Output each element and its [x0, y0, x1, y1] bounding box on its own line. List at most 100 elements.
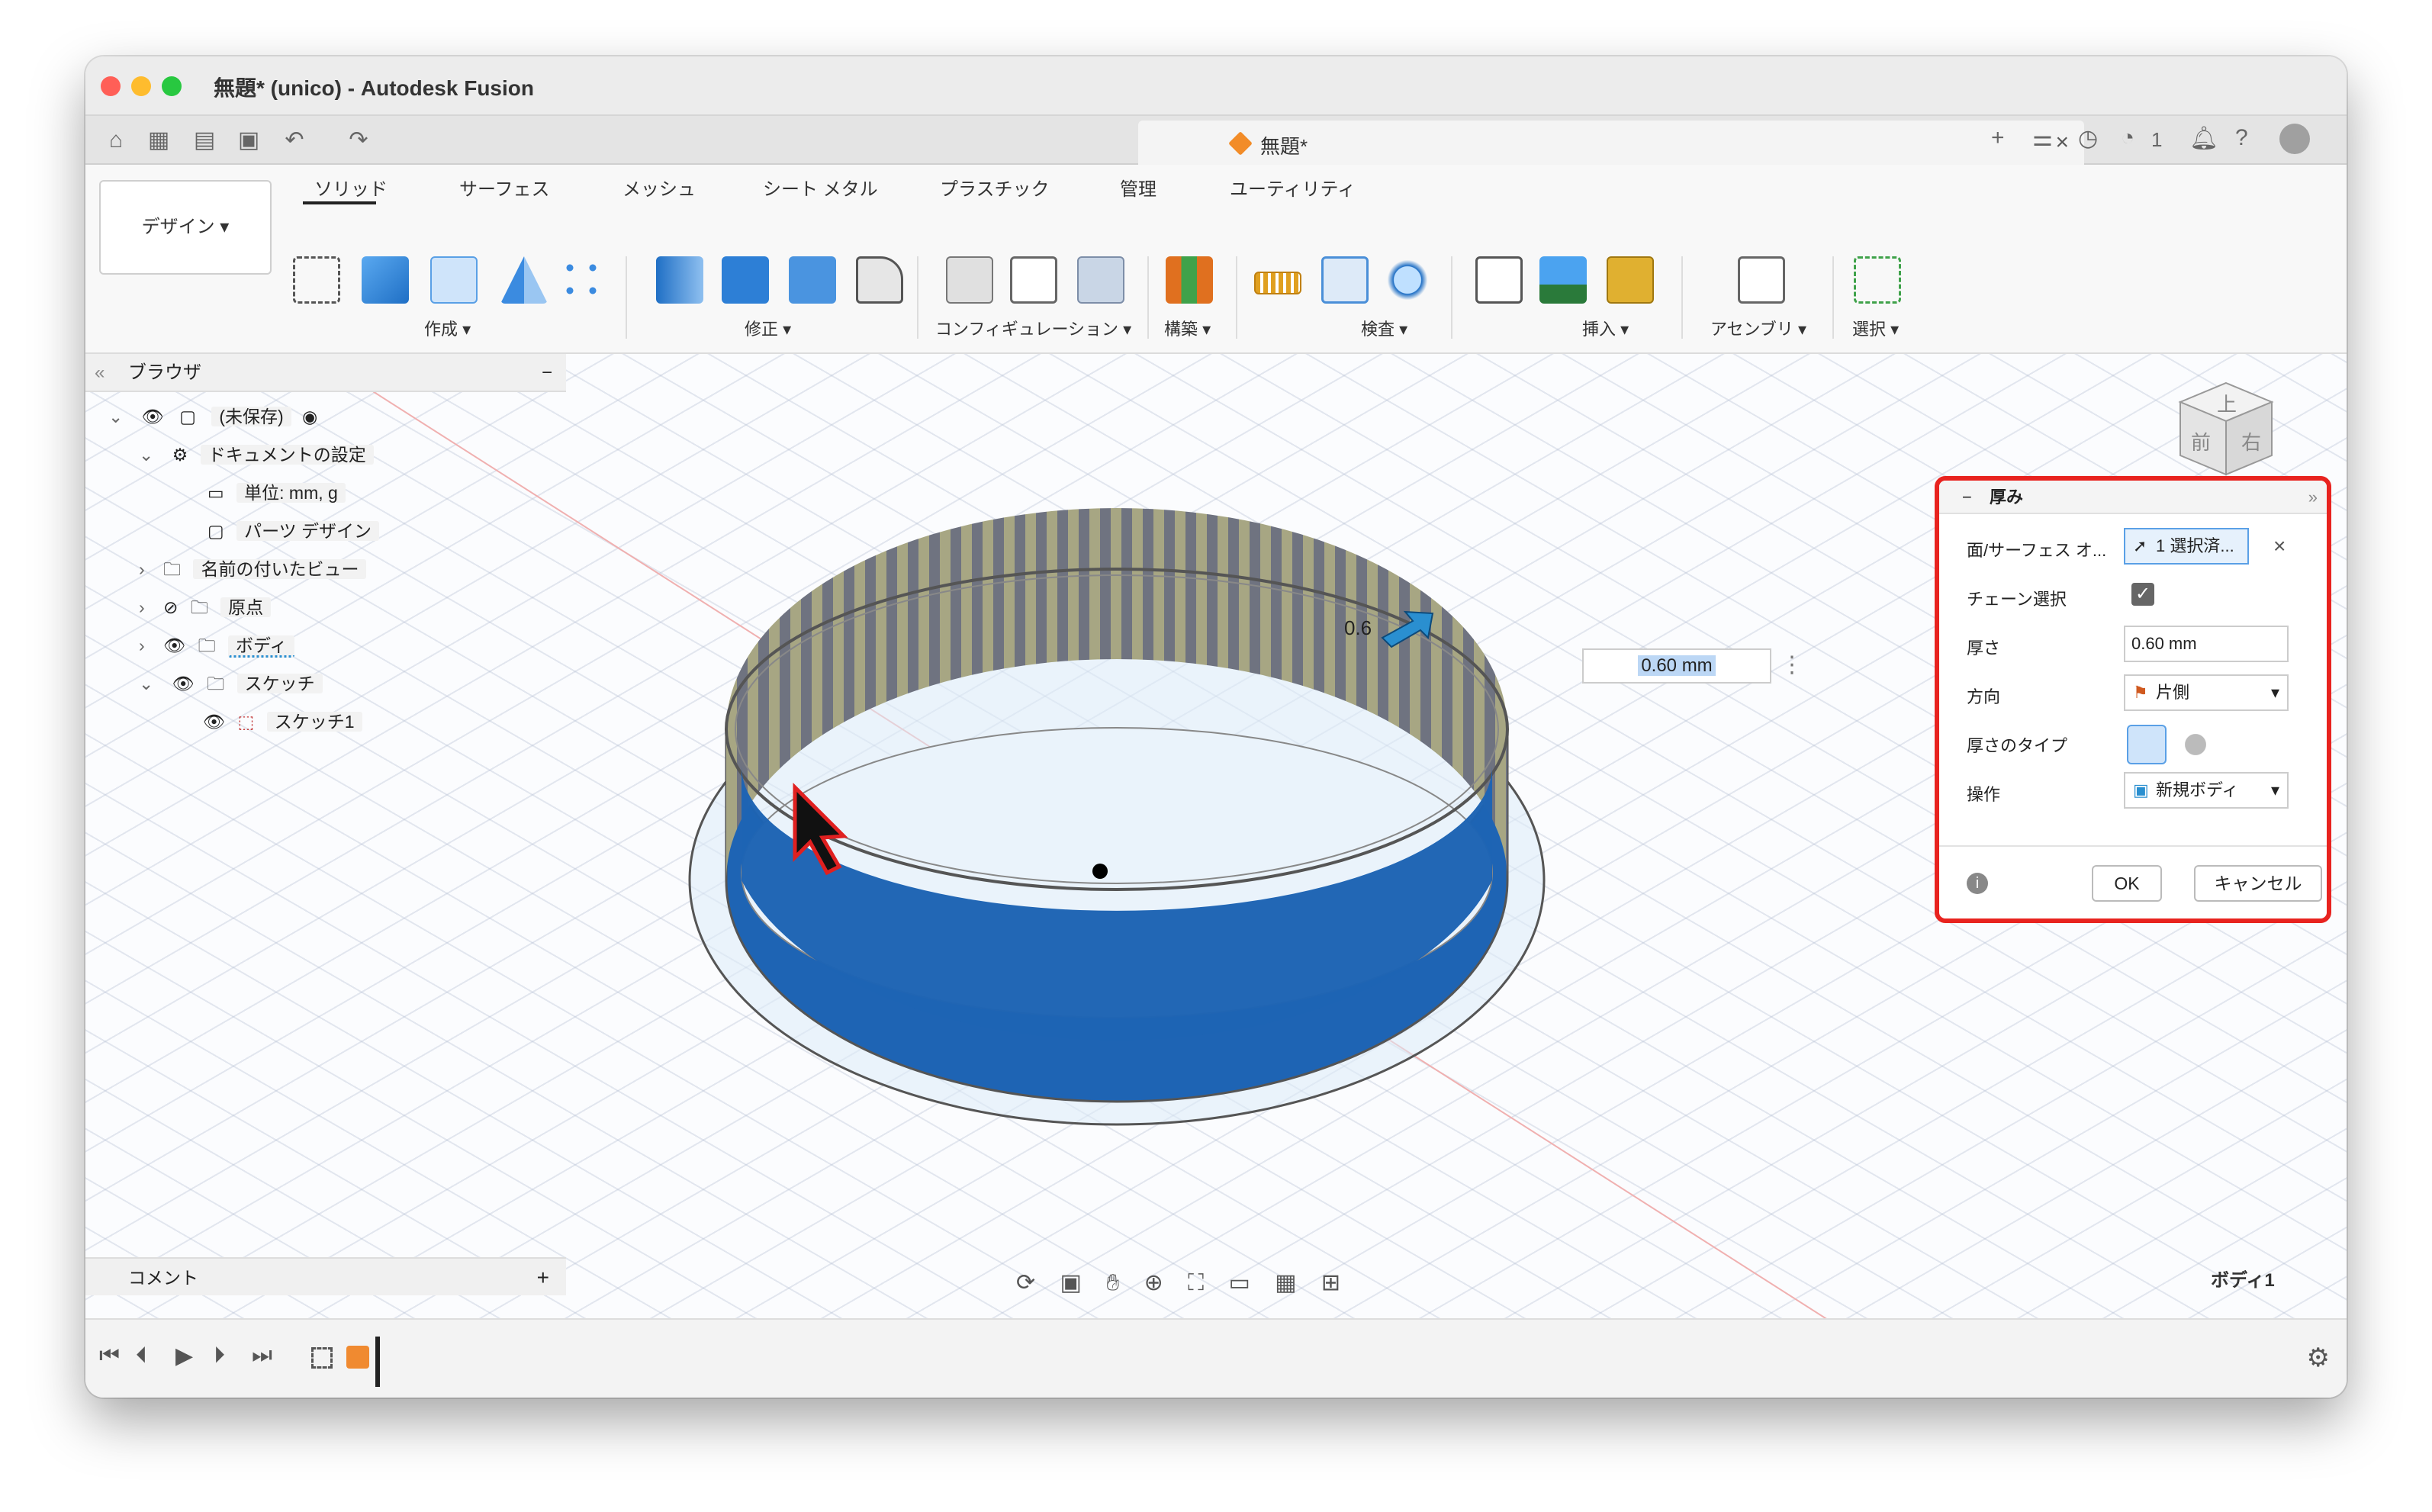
- insert-mesh-icon[interactable]: [1607, 256, 1654, 304]
- tree-item-sketches[interactable]: ⌄ 👁︎ 🗀 スケッチ: [139, 667, 323, 700]
- eye-icon[interactable]: 👁︎: [203, 712, 225, 732]
- tab-sheet-metal[interactable]: シート メタル: [763, 174, 878, 201]
- grid-icon[interactable]: ▦: [1275, 1270, 1296, 1295]
- tree-item-sketch1[interactable]: 👁︎ ⬚ スケッチ1: [203, 705, 362, 738]
- group-create[interactable]: 作成 ▾: [424, 316, 471, 340]
- timeline-end-icon[interactable]: ⏭: [252, 1343, 272, 1369]
- tab-solid[interactable]: ソリッド: [314, 174, 388, 201]
- interference-icon[interactable]: [1384, 256, 1431, 304]
- activate-radio-icon[interactable]: ◉: [302, 407, 317, 426]
- redo-icon[interactable]: ↷: [345, 127, 372, 154]
- close-tab-icon[interactable]: ×: [2055, 130, 2069, 156]
- extensions-icon[interactable]: ⚌: [2032, 125, 2053, 152]
- data-panel-grid-icon[interactable]: ▦: [145, 127, 172, 154]
- viewports-icon[interactable]: ⊞: [1321, 1270, 1340, 1295]
- group-modify[interactable]: 修正 ▾: [745, 316, 791, 340]
- create-sketch-icon[interactable]: [293, 256, 340, 304]
- thickness-floating-input[interactable]: 0.60 mm: [1582, 648, 1771, 684]
- tab-plastic[interactable]: プラスチック: [940, 174, 1050, 201]
- chevron-right-icon[interactable]: ›: [139, 597, 145, 617]
- tree-item-part-design[interactable]: ▢ パーツ デザイン: [207, 514, 380, 548]
- extrude-icon[interactable]: [362, 256, 409, 304]
- look-at-icon[interactable]: ▣: [1060, 1270, 1081, 1295]
- help-icon[interactable]: ?: [2235, 125, 2248, 151]
- tree-item-named-views[interactable]: › 🗀 名前の付いたビュー: [139, 552, 367, 586]
- zoom-icon[interactable]: ⊕: [1144, 1270, 1163, 1295]
- operation-select[interactable]: ▣ 新規ボディ ▾: [2124, 772, 2289, 809]
- eye-icon[interactable]: 👁︎: [163, 635, 185, 655]
- chain-selection-checkbox[interactable]: ✓: [2131, 583, 2154, 606]
- dialog-collapse-icon[interactable]: −: [1962, 481, 1972, 514]
- browser-minimize-icon[interactable]: −: [542, 354, 552, 392]
- pattern-icon[interactable]: [558, 256, 606, 304]
- window-maximize-button[interactable]: [162, 76, 182, 96]
- ok-button[interactable]: OK: [2092, 865, 2162, 902]
- tab-mesh[interactable]: メッシュ: [622, 174, 696, 201]
- faces-selector[interactable]: ➚ 1 選択済...: [2124, 528, 2249, 565]
- orbit-icon[interactable]: ⟳: [1016, 1270, 1035, 1295]
- home-icon[interactable]: ⌂: [102, 127, 130, 154]
- user-avatar[interactable]: [2279, 124, 2310, 154]
- viewcube[interactable]: 上 前 右: [2173, 375, 2279, 482]
- display-settings-icon[interactable]: ▭: [1228, 1270, 1250, 1295]
- tab-utilities[interactable]: ユーティリティ: [1230, 174, 1356, 201]
- timeline-marker[interactable]: [375, 1337, 380, 1387]
- group-assemble[interactable]: アセンブリ ▾: [1710, 316, 1806, 340]
- tab-manage[interactable]: 管理: [1120, 174, 1156, 201]
- direction-select[interactable]: ⚑ 片側 ▾: [2124, 674, 2289, 711]
- clear-selection-icon[interactable]: ×: [2273, 534, 2286, 558]
- tree-item-units[interactable]: ▭ 単位: mm, g: [207, 476, 346, 510]
- timeline-prev-icon[interactable]: ⏴: [136, 1343, 147, 1369]
- eye-hidden-icon[interactable]: ⊘: [163, 597, 178, 617]
- eye-icon[interactable]: 👁︎: [172, 674, 195, 693]
- group-insert[interactable]: 挿入 ▾: [1582, 316, 1629, 340]
- timeline-start-icon[interactable]: ⏮: [99, 1343, 120, 1369]
- insert-derive-icon[interactable]: [1475, 256, 1523, 304]
- window-minimize-button[interactable]: [131, 76, 151, 96]
- eye-icon[interactable]: 👁︎: [142, 407, 164, 426]
- job-status-icon[interactable]: ◔: [2121, 125, 2134, 151]
- chevron-right-icon[interactable]: ›: [139, 559, 145, 579]
- configuration-rules-icon[interactable]: [1077, 256, 1124, 304]
- window-close-button[interactable]: [101, 76, 121, 96]
- timeline-settings-gear-icon[interactable]: ⚙: [2307, 1343, 2330, 1373]
- add-comment-icon[interactable]: +: [537, 1259, 549, 1297]
- dialog-expand-icon[interactable]: »: [2308, 481, 2318, 514]
- select-window-icon[interactable]: [1854, 256, 1901, 304]
- chevron-down-icon[interactable]: ⌄: [108, 407, 123, 426]
- fillet-icon[interactable]: [722, 256, 769, 304]
- new-tab-icon[interactable]: +: [1991, 125, 2005, 151]
- chevron-down-icon[interactable]: ⌄: [139, 674, 153, 693]
- shell-icon[interactable]: [789, 256, 836, 304]
- collapse-panel-icon[interactable]: «: [95, 354, 105, 392]
- chevron-down-icon[interactable]: ⌄: [139, 445, 153, 465]
- save-icon[interactable]: ▣: [235, 127, 262, 154]
- tab-surface[interactable]: サーフェス: [459, 174, 550, 201]
- pan-icon[interactable]: ✋︎: [1106, 1270, 1119, 1295]
- measure-icon[interactable]: [1254, 272, 1301, 294]
- tree-item-bodies[interactable]: › 👁︎ 🗀 ボディ: [139, 629, 295, 662]
- tree-item-document-settings[interactable]: ⌄ ⚙ ドキュメントの設定: [139, 438, 374, 471]
- notification-bell-icon[interactable]: 🔔︎: [2189, 125, 2218, 152]
- press-pull-icon[interactable]: [656, 256, 703, 304]
- timeline-next-icon[interactable]: ⏵: [214, 1343, 225, 1369]
- timeline-thicken-feature-icon[interactable]: [346, 1346, 369, 1369]
- section-analysis-icon[interactable]: [1321, 256, 1369, 304]
- timeline-sketch-feature-icon[interactable]: [311, 1347, 333, 1369]
- configuration-table-icon[interactable]: [1010, 256, 1057, 304]
- group-construct[interactable]: 構築 ▾: [1164, 316, 1211, 340]
- chevron-right-icon[interactable]: ›: [139, 635, 145, 655]
- configure-icon[interactable]: [946, 256, 993, 304]
- group-select[interactable]: 選択 ▾: [1852, 316, 1899, 340]
- group-inspect[interactable]: 検査 ▾: [1361, 316, 1407, 340]
- cancel-button[interactable]: キャンセル: [2194, 865, 2322, 902]
- online-status-icon[interactable]: ◷: [2078, 125, 2098, 152]
- info-icon[interactable]: i: [1967, 873, 1988, 894]
- document-tab[interactable]: 無題* ×: [1138, 121, 2084, 165]
- chamfer-icon[interactable]: [856, 256, 903, 304]
- group-configuration[interactable]: コンフィギュレーション ▾: [935, 316, 1131, 340]
- thickness-input[interactable]: 0.60 mm: [2124, 626, 2289, 662]
- tree-item-origin[interactable]: › ⊘ 🗀 原点: [139, 590, 272, 624]
- undo-icon[interactable]: ↶: [281, 127, 308, 154]
- timeline-play-icon[interactable]: ▶: [175, 1343, 193, 1369]
